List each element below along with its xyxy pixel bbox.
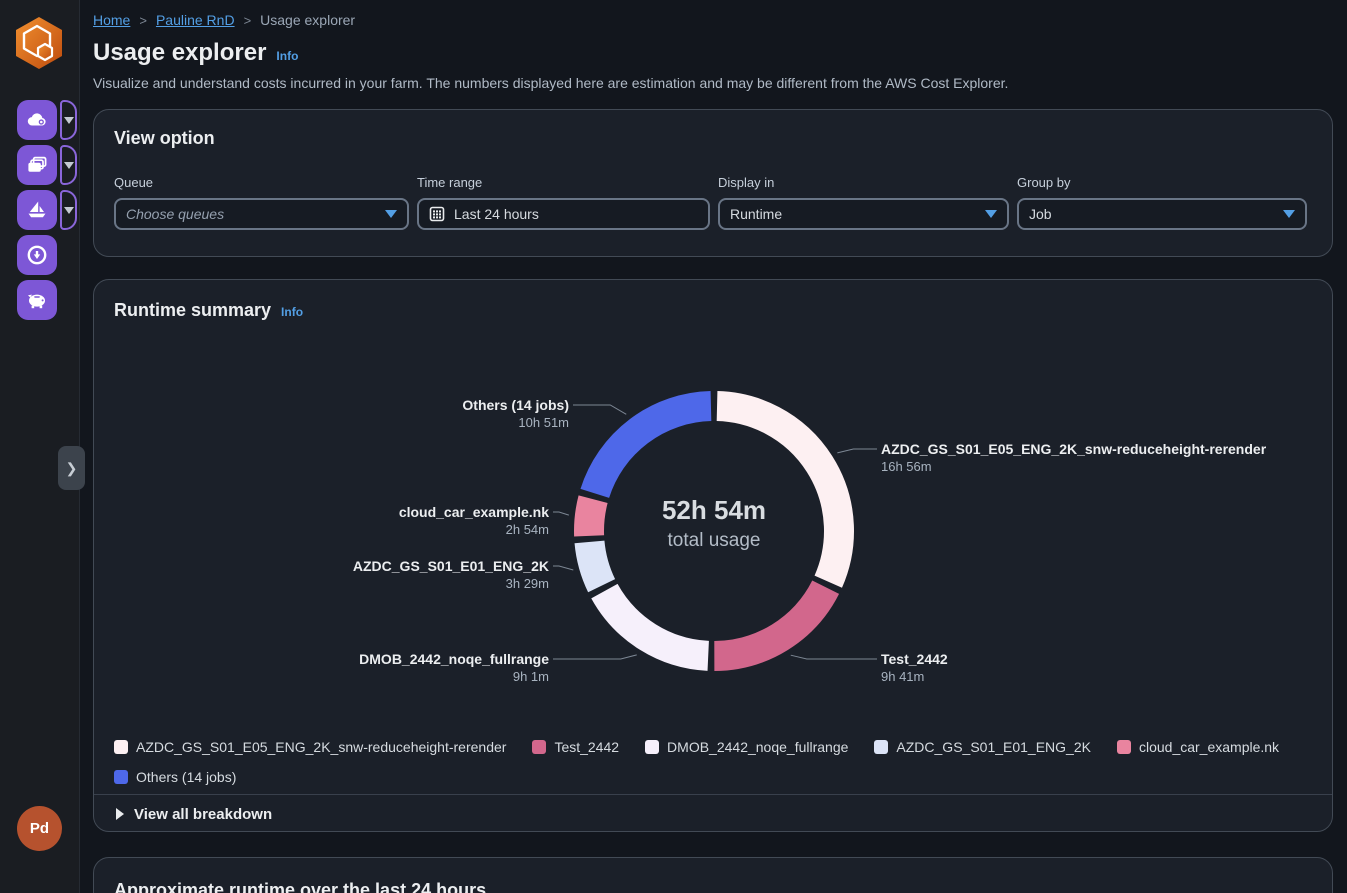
chevron-down-icon (64, 162, 74, 169)
runtime-summary-card: Runtime summary Info 52h 54m total usage… (93, 279, 1333, 832)
runtime-summary-title: Runtime summary (114, 300, 271, 321)
chevron-down-icon (1283, 210, 1295, 218)
usage-gauge-icon (25, 243, 49, 267)
view-option-fields: Queue Choose queues Time range (114, 175, 1312, 230)
chart-legend: AZDC_GS_S01_E05_ENG_2K_snw-reduceheight-… (114, 739, 1314, 785)
legend-swatch (874, 740, 888, 754)
legend-label: cloud_car_example.nk (1139, 739, 1279, 755)
sidebar-button-fleet-boat[interactable] (17, 190, 57, 230)
runtime-summary-info-link[interactable]: Info (281, 305, 303, 319)
breadcrumb: Home > Pauline RnD > Usage explorer (93, 12, 1333, 28)
view-option-title: View option (114, 128, 1312, 149)
display-in-field: Display in Runtime (718, 175, 1009, 230)
approximate-runtime-card: Approximate runtime over the last 24 hou… (93, 857, 1333, 893)
sidebar: ❯ Pd (0, 0, 80, 893)
donut-segment[interactable] (714, 587, 825, 656)
sidebar-button-cloud-monitor[interactable] (17, 100, 57, 140)
callout-leader-line (553, 512, 569, 515)
callout-leader-line (553, 655, 637, 659)
callout-leader-line (553, 566, 573, 570)
sidebar-split-dropdown[interactable] (60, 100, 77, 140)
donut-segment[interactable] (589, 542, 601, 586)
donut-segment[interactable] (604, 591, 708, 656)
sidebar-nav-item (17, 145, 77, 185)
legend-swatch (1117, 740, 1131, 754)
group-by-label: Group by (1017, 175, 1307, 190)
page-info-link[interactable]: Info (276, 49, 298, 63)
expander-label: View all breakdown (134, 806, 272, 823)
legend-swatch (645, 740, 659, 754)
callout-leader-line (573, 405, 626, 414)
avatar[interactable]: Pd (17, 806, 62, 851)
queue-select[interactable]: Choose queues (114, 198, 409, 230)
legend-item[interactable]: AZDC_GS_S01_E05_ENG_2K_snw-reduceheight-… (114, 739, 506, 755)
display-in-value: Runtime (730, 206, 985, 222)
donut-segment[interactable] (717, 406, 839, 582)
breadcrumb-separator-icon: > (139, 13, 147, 28)
display-in-label: Display in (718, 175, 1009, 190)
chevron-down-icon (985, 210, 997, 218)
runtime-donut-chart: 52h 54m total usage AZDC_GS_S01_E05_ENG_… (94, 335, 1333, 739)
deadline-cloud-logo-icon[interactable] (12, 14, 66, 72)
legend-item[interactable]: Test_2442 (532, 739, 619, 755)
legend-label: Others (14 jobs) (136, 769, 236, 785)
legend-item[interactable]: AZDC_GS_S01_E01_ENG_2K (874, 739, 1091, 755)
sidebar-nav-item (17, 100, 77, 140)
callout-leader-line (791, 655, 877, 659)
budget-piggy-bank-icon (25, 288, 49, 312)
donut-chart-svg (94, 335, 1333, 739)
breadcrumb-current: Usage explorer (260, 12, 355, 28)
legend-swatch (532, 740, 546, 754)
sidebar-nav-item (17, 235, 57, 275)
legend-label: Test_2442 (554, 739, 619, 755)
chevron-down-icon (64, 117, 74, 124)
sidebar-split-dropdown[interactable] (60, 190, 77, 230)
donut-segment[interactable] (595, 406, 711, 493)
fleet-boat-icon (25, 198, 49, 222)
sidebar-split-dropdown[interactable] (60, 145, 77, 185)
page-title: Usage explorer (93, 39, 266, 67)
time-range-field: Time range Last 24 hours (417, 175, 710, 230)
donut-segment[interactable] (589, 499, 593, 536)
display-in-select[interactable]: Runtime (718, 198, 1009, 230)
legend-item[interactable]: cloud_car_example.nk (1117, 739, 1279, 755)
calendar-icon (429, 206, 445, 222)
group-by-field: Group by Job (1017, 175, 1307, 230)
sidebar-nav-item (17, 190, 77, 230)
legend-item[interactable]: DMOB_2442_noqe_fullrange (645, 739, 848, 755)
sidebar-button-queues-stack[interactable] (17, 145, 57, 185)
legend-swatch (114, 770, 128, 784)
group-by-value: Job (1029, 206, 1283, 222)
legend-swatch (114, 740, 128, 754)
chevron-down-icon (64, 207, 74, 214)
legend-item[interactable]: Others (14 jobs) (114, 769, 236, 785)
queue-field: Queue Choose queues (114, 175, 409, 230)
legend-label: AZDC_GS_S01_E05_ENG_2K_snw-reduceheight-… (136, 739, 506, 755)
breadcrumb-link-farm[interactable]: Pauline RnD (156, 12, 235, 28)
breadcrumb-link-home[interactable]: Home (93, 12, 130, 28)
sidebar-button-budget-piggy-bank[interactable] (17, 280, 57, 320)
callout-leader-line (837, 449, 877, 453)
legend-label: DMOB_2442_noqe_fullrange (667, 739, 848, 755)
chevron-down-icon (385, 210, 397, 218)
cloud-monitor-icon (25, 108, 49, 132)
sidebar-nav (0, 100, 80, 320)
group-by-select[interactable]: Job (1017, 198, 1307, 230)
time-range-value: Last 24 hours (454, 206, 698, 222)
sidebar-button-usage-gauge[interactable] (17, 235, 57, 275)
queues-stack-icon (25, 153, 49, 177)
view-all-breakdown-expander[interactable]: View all breakdown (94, 794, 1332, 832)
time-range-label: Time range (417, 175, 710, 190)
expander-caret-icon (116, 808, 124, 820)
time-range-picker[interactable]: Last 24 hours (417, 198, 710, 230)
page-description: Visualize and understand costs incurred … (93, 75, 1333, 91)
avatar-initials: Pd (30, 820, 49, 837)
sidebar-nav-item (17, 280, 57, 320)
legend-label: AZDC_GS_S01_E01_ENG_2K (896, 739, 1091, 755)
queue-select-value: Choose queues (126, 206, 385, 222)
breadcrumb-separator-icon: > (244, 13, 252, 28)
queue-label: Queue (114, 175, 409, 190)
view-option-card: View option Queue Choose queues Time ran… (93, 109, 1333, 257)
main-content: Home > Pauline RnD > Usage explorer Usag… (80, 0, 1347, 893)
